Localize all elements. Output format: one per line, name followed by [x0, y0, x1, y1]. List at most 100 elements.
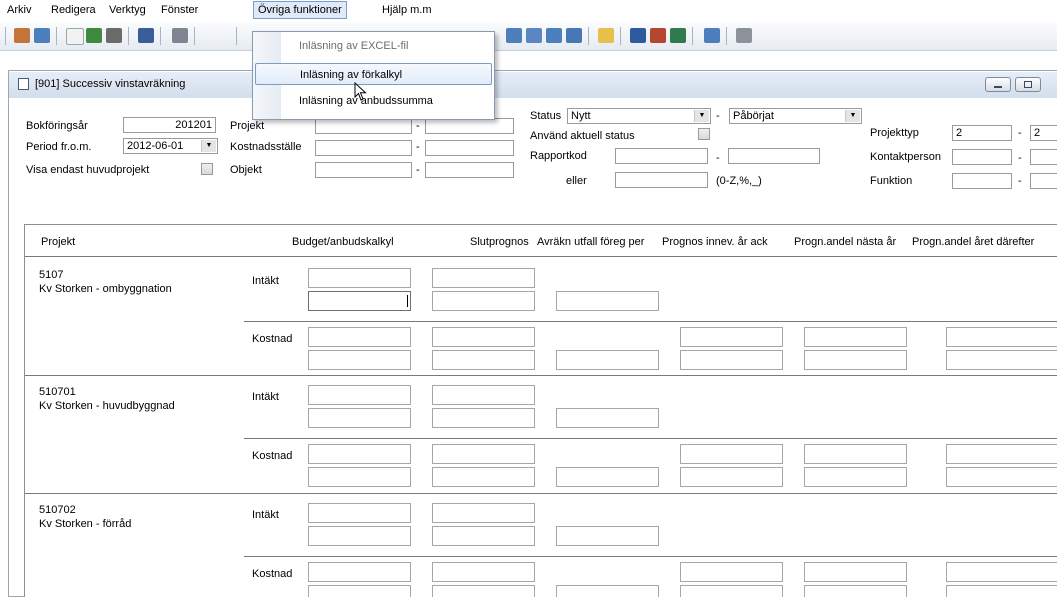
kostnad-prognos-cell-2[interactable]: [680, 350, 783, 370]
kontaktperson-from-input[interactable]: [952, 149, 1012, 165]
kostnad-slutprognos-cell[interactable]: [432, 444, 535, 464]
kostnad-slutprognos-cell[interactable]: [432, 562, 535, 582]
kostnad-andel-darefter-cell-2[interactable]: [946, 467, 1057, 487]
kostnad-andel-nasta-cell[interactable]: [804, 562, 907, 582]
help-icon[interactable]: [630, 28, 646, 43]
intakt-budget-cell[interactable]: [308, 268, 411, 288]
kostnad-prognos-cell-2[interactable]: [680, 585, 783, 597]
period-select[interactable]: 2012-06-01 ▼: [123, 138, 218, 154]
intakt-slutprognos-cell[interactable]: [432, 268, 535, 288]
new-document-icon[interactable]: [66, 28, 84, 45]
export-icon[interactable]: [704, 28, 720, 43]
maximize-button[interactable]: [1015, 77, 1041, 92]
menu-hjalp[interactable]: Hjälp m.m: [382, 4, 432, 16]
rapportkod-pattern-input[interactable]: [615, 172, 708, 188]
calendar-icon[interactable]: [566, 28, 582, 43]
kostnad-prognos-cell[interactable]: [680, 444, 783, 464]
kostnad-andel-darefter-cell[interactable]: [946, 444, 1057, 464]
minimize-button[interactable]: [985, 77, 1011, 92]
anvand-status-checkbox[interactable]: [698, 128, 710, 140]
menu-item-excel-import[interactable]: Inläsning av EXCEL-fil: [255, 35, 492, 57]
kostnadsstalle-to-input[interactable]: [425, 140, 514, 156]
kostnad-avrakn-cell[interactable]: [556, 585, 659, 597]
intakt-slutprognos-cell-2[interactable]: [432, 526, 535, 546]
status-select[interactable]: Nytt ▼: [567, 108, 711, 124]
intakt-slutprognos-cell[interactable]: [432, 503, 535, 523]
kostnad-slutprognos-cell[interactable]: [432, 327, 535, 347]
kontaktperson-to-input[interactable]: [1030, 149, 1057, 165]
note-icon[interactable]: [598, 28, 614, 43]
kostnad-budget-cell[interactable]: [308, 327, 411, 347]
projekttyp-from-input[interactable]: 2: [952, 125, 1012, 141]
kostnad-andel-nasta-cell[interactable]: [804, 444, 907, 464]
funktion-to-input[interactable]: [1030, 173, 1057, 189]
intakt-slutprognos-cell-2[interactable]: [432, 291, 535, 311]
objekt-to-input[interactable]: [425, 162, 514, 178]
kostnad-andel-nasta-cell[interactable]: [804, 327, 907, 347]
bokforingsar-input[interactable]: 201201: [123, 117, 216, 133]
rapportkod-from-input[interactable]: [615, 148, 708, 164]
status-to-select[interactable]: Påbörjat ▼: [729, 108, 862, 124]
objekt-from-input[interactable]: [315, 162, 412, 178]
kostnad-andel-darefter-cell[interactable]: [946, 562, 1057, 582]
monitor-icon[interactable]: [670, 28, 686, 43]
intakt-avrakn-cell[interactable]: [556, 408, 659, 428]
intakt-budget-cell-2[interactable]: [308, 408, 411, 428]
tools-icon[interactable]: [650, 28, 666, 43]
kostnad-prognos-cell[interactable]: [680, 327, 783, 347]
menu-ovriga-funktioner[interactable]: Övriga funktioner: [253, 1, 347, 19]
menu-item-forkalkyl-import[interactable]: Inläsning av förkalkyl: [255, 63, 492, 85]
kostnad-slutprognos-cell-2[interactable]: [432, 350, 535, 370]
menu-arkiv[interactable]: Arkiv: [7, 4, 31, 16]
settings-icon[interactable]: [736, 28, 752, 43]
form-icon[interactable]: [546, 28, 562, 43]
menu-fonster[interactable]: Fönster: [161, 4, 198, 16]
chevron-down-icon[interactable]: ▼: [694, 110, 709, 122]
kostnad-budget-cell-2[interactable]: [308, 585, 411, 597]
table-icon[interactable]: [526, 28, 542, 43]
intakt-budget-cell[interactable]: [308, 385, 411, 405]
funktion-from-input[interactable]: [952, 173, 1012, 189]
kostnad-budget-cell-2[interactable]: [308, 350, 411, 370]
intakt-budget-cell-2[interactable]: [308, 291, 411, 311]
intakt-avrakn-cell[interactable]: [556, 526, 659, 546]
projekttyp-to-input[interactable]: 2: [1030, 125, 1057, 141]
kostnad-slutprognos-cell-2[interactable]: [432, 585, 535, 597]
intakt-budget-cell[interactable]: [308, 503, 411, 523]
kostnad-avrakn-cell[interactable]: [556, 350, 659, 370]
rapportkod-to-input[interactable]: [728, 148, 820, 164]
kostnad-andel-darefter-cell-2[interactable]: [946, 585, 1057, 597]
window-menu-icon[interactable]: [18, 78, 29, 90]
delete-icon[interactable]: [106, 28, 122, 43]
add-icon[interactable]: [86, 28, 102, 43]
intakt-slutprognos-cell[interactable]: [432, 385, 535, 405]
menu-item-anbudssumma-import[interactable]: Inläsning av anbudssumma: [255, 90, 492, 112]
kostnadsstalle-from-input[interactable]: [315, 140, 412, 156]
kostnad-andel-darefter-cell-2[interactable]: [946, 350, 1057, 370]
visa-huvudprojekt-checkbox[interactable]: [201, 163, 213, 175]
menu-redigera[interactable]: Redigera: [51, 4, 96, 16]
chevron-down-icon[interactable]: ▼: [845, 110, 860, 122]
kostnad-slutprognos-cell-2[interactable]: [432, 467, 535, 487]
projekt-to-input[interactable]: [425, 118, 514, 134]
kostnad-budget-cell[interactable]: [308, 444, 411, 464]
intakt-slutprognos-cell-2[interactable]: [432, 408, 535, 428]
intakt-avrakn-cell[interactable]: [556, 291, 659, 311]
intakt-budget-cell-2[interactable]: [308, 526, 411, 546]
kostnad-prognos-cell[interactable]: [680, 562, 783, 582]
window-icon[interactable]: [34, 28, 50, 43]
chevron-down-icon[interactable]: ▼: [201, 140, 216, 152]
print-icon[interactable]: [172, 28, 188, 43]
kostnad-budget-cell[interactable]: [308, 562, 411, 582]
kostnad-budget-cell-2[interactable]: [308, 467, 411, 487]
exit-icon[interactable]: [14, 28, 30, 43]
kostnad-andel-nasta-cell-2[interactable]: [804, 585, 907, 597]
kostnad-andel-nasta-cell-2[interactable]: [804, 467, 907, 487]
kostnad-andel-darefter-cell[interactable]: [946, 327, 1057, 347]
kostnad-avrakn-cell[interactable]: [556, 467, 659, 487]
projekt-from-input[interactable]: [315, 118, 412, 134]
kostnad-prognos-cell-2[interactable]: [680, 467, 783, 487]
grid-icon[interactable]: [506, 28, 522, 43]
menu-verktyg[interactable]: Verktyg: [109, 4, 146, 16]
kostnad-andel-nasta-cell-2[interactable]: [804, 350, 907, 370]
